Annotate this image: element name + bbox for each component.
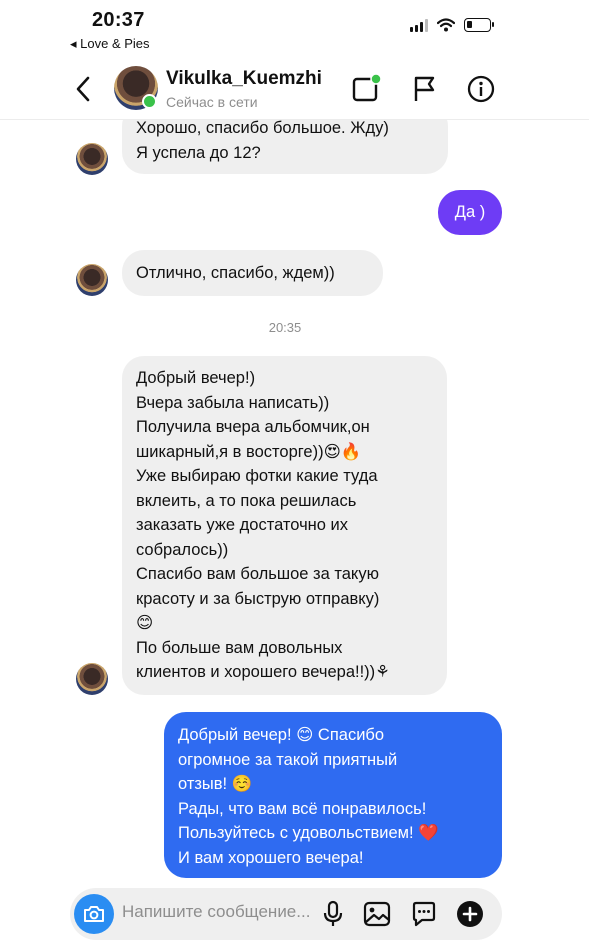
status-icons — [410, 18, 494, 32]
message-line: Отлично, спасибо, ждем)) — [136, 264, 335, 282]
message-composer — [70, 888, 502, 940]
sticker-icon — [412, 901, 436, 927]
message-line: огромное за такой приятный — [178, 750, 398, 769]
sender-avatar — [76, 264, 108, 296]
message-line: вклеить, а то пока решилась — [136, 491, 357, 510]
report-button[interactable] — [408, 72, 442, 106]
outgoing-message[interactable]: Добрый вечер! 😊 Спасибо огромное за тако… — [164, 712, 502, 878]
wifi-icon — [437, 18, 455, 32]
message-line: Вчера забыла написать)) — [136, 393, 330, 412]
message-line: отзыв! ☺️ — [178, 775, 253, 793]
message-line: Рады, что вам всё понравилось! — [178, 799, 427, 818]
message-timestamp: 20:35 — [268, 320, 302, 335]
message-line: Добрый вечер!) — [136, 369, 256, 387]
microphone-icon — [323, 900, 343, 926]
voice-message-button[interactable] — [318, 899, 348, 929]
message-line: Уже выбираю фотки какие туда — [136, 467, 378, 485]
sender-avatar — [76, 663, 108, 695]
message-line: шикарный,я в восторге))😍🔥 — [136, 442, 362, 461]
video-call-button[interactable] — [350, 72, 384, 106]
message-input[interactable] — [122, 902, 322, 922]
message-line: Пользуйтесь с удовольствием! ❤️ — [178, 824, 439, 842]
info-icon — [467, 75, 495, 103]
plus-icon — [457, 901, 483, 927]
sender-avatar — [76, 143, 108, 175]
camera-icon — [84, 906, 104, 922]
back-chevron-icon — [76, 76, 90, 102]
message-line: заказать уже достаточно их — [136, 516, 349, 534]
message-line: Добрый вечер! 😊 Спасибо — [178, 726, 385, 744]
flag-icon — [414, 76, 435, 101]
message-line: Да ) — [454, 203, 486, 221]
incoming-message[interactable]: Добрый вечер!) Вчера забыла написать)) П… — [122, 356, 447, 695]
message-line: красоту и за быструю отправку) — [136, 589, 380, 608]
message-line: Получила вчера альбомчик,он — [136, 418, 370, 436]
sticker-button[interactable] — [409, 899, 439, 929]
message-line: По больше вам довольных — [136, 638, 343, 657]
signal-icon — [410, 18, 428, 32]
contact-presence: Сейчас в сети — [166, 94, 258, 110]
status-bar: 20:37 ◂ Love & Pies — [0, 0, 589, 58]
message-line: клиентов и хорошего вечера!!))⚘ — [136, 663, 390, 681]
more-options-button[interactable] — [455, 899, 485, 929]
outgoing-message[interactable]: Да ) — [438, 190, 502, 235]
info-button[interactable] — [464, 72, 498, 106]
incoming-message[interactable]: Отлично, спасибо, ждем)) — [122, 250, 383, 296]
gallery-button[interactable] — [362, 899, 392, 929]
camera-button[interactable] — [74, 894, 114, 934]
back-button[interactable] — [66, 72, 100, 106]
message-line: Спасибо вам большое за такую — [136, 565, 379, 583]
battery-icon — [464, 18, 494, 32]
status-time: 20:37 — [92, 9, 145, 31]
video-call-icon — [352, 74, 382, 102]
message-line: 😊 — [136, 614, 154, 632]
message-line: И вам хорошего вечера! — [178, 848, 364, 867]
back-to-app-link[interactable]: ◂ Love & Pies — [70, 36, 150, 52]
online-status-dot — [142, 94, 157, 109]
message-line: собралось)) — [136, 540, 229, 559]
contact-username[interactable]: Vikulka_Kuemzhi — [166, 68, 322, 90]
message-line: Я успела до 12? — [136, 143, 261, 162]
gallery-icon — [363, 901, 391, 927]
chat-header: Vikulka_Kuemzhi Сейчас в сети — [0, 58, 589, 120]
